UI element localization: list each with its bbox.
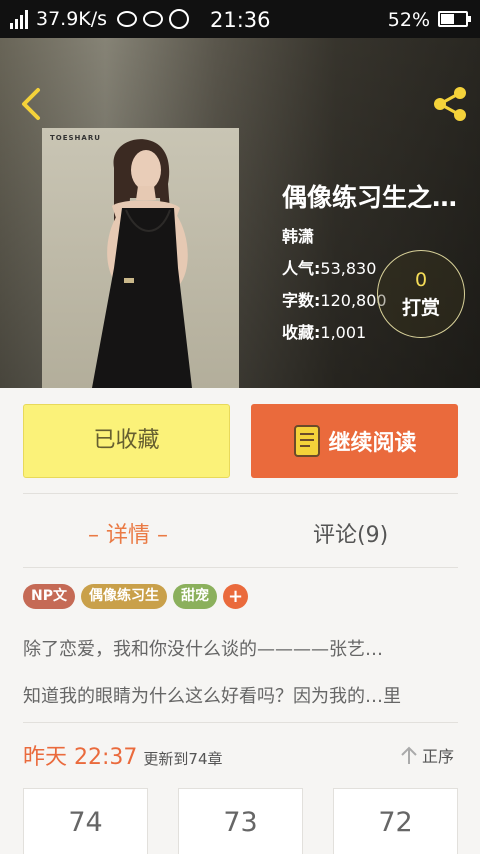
divider (23, 722, 458, 723)
book-title: 偶像练习生之… (282, 183, 458, 212)
tab-details[interactable]: – 详情 – (88, 517, 168, 549)
weibo-icon (117, 11, 138, 27)
favorites-stat: 收藏:1,001 (282, 319, 366, 343)
sort-arrow-icon (401, 746, 417, 764)
update-note: 更新到74章 (143, 750, 223, 768)
continue-reading-label: 继续阅读 (328, 431, 417, 456)
chat-icon (169, 9, 190, 29)
update-info: 昨天 22:37 更新到74章 (23, 739, 223, 771)
book-icon (294, 425, 321, 457)
chapter-card[interactable]: 72 (333, 788, 458, 854)
tip-count: 0 (414, 269, 428, 291)
share-icon[interactable] (430, 84, 470, 124)
description-line: 知道我的眼睛为什么这么好看吗？因为我的…里 (23, 686, 401, 707)
book-cover-image: TOESHARU (42, 128, 239, 388)
book-author: 韩潇 (282, 227, 315, 246)
signal-icon (10, 9, 28, 29)
tip-label: 打赏 (401, 297, 440, 319)
tag-idol-trainee[interactable]: 偶像练习生 (80, 584, 167, 609)
add-tag-button[interactable]: + (222, 584, 248, 609)
popularity-label: 人气: (282, 259, 321, 278)
popularity-value: 53,830 (320, 259, 377, 278)
weibo-icon (143, 11, 164, 27)
favorited-button[interactable]: 已收藏 (23, 404, 230, 478)
word-count-stat: 字数:120,800 (282, 287, 387, 311)
sort-order-button[interactable]: 正序 (400, 743, 454, 767)
book-header: TOESHARU 偶像练习生之… 韩潇 人气:53,830 字数:120,800… (0, 38, 480, 388)
tag-np[interactable]: NP文 (23, 584, 75, 609)
update-time: 昨天 22:37 (23, 745, 138, 770)
tip-button[interactable]: 0 打赏 (377, 250, 465, 338)
favorites-label: 收藏: (282, 323, 321, 342)
battery-percent: 52% (387, 9, 430, 31)
tag-list: NP文 偶像练习生 甜宠 + (23, 584, 248, 609)
tag-sweet-romance[interactable]: 甜宠 (172, 584, 217, 609)
status-bar: 37.9K/s 21:36 52% (0, 0, 480, 38)
back-arrow-icon[interactable] (14, 86, 50, 122)
battery-icon (438, 11, 471, 27)
chapter-card[interactable]: 73 (178, 788, 303, 854)
description-line: 除了恋爱，我和你没什么谈的————张艺… (23, 639, 383, 660)
divider (23, 567, 458, 568)
favorites-value: 1,001 (320, 323, 367, 342)
sort-order-label: 正序 (422, 747, 455, 766)
network-speed: 37.9K/s (36, 8, 108, 30)
word-count-label: 字数: (282, 291, 321, 310)
chapter-card[interactable]: 74 (23, 788, 148, 854)
divider (23, 493, 458, 494)
popularity-stat: 人气:53,830 (282, 255, 376, 279)
tab-comments[interactable]: 评论(9) (313, 517, 388, 549)
clock: 21:36 (210, 8, 271, 32)
continue-reading-button[interactable]: 继续阅读 (251, 404, 458, 478)
